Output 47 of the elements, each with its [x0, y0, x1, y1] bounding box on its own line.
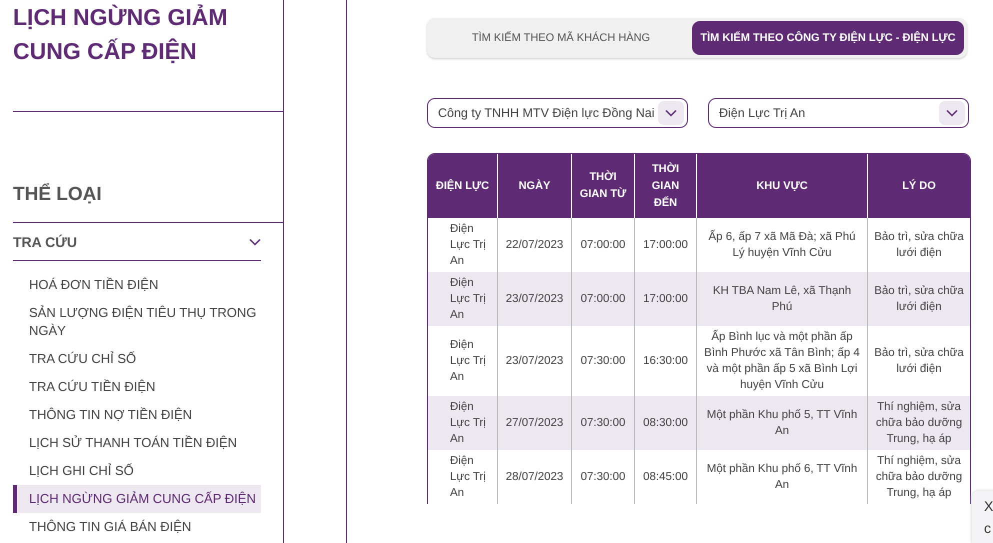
category-toggle[interactable]: TRA CỨU [13, 223, 261, 261]
table-cell: Thí nghiệm, sửa chữa bảo dưỡng Trung, hạ áp [867, 396, 970, 450]
column-header: KHU VỰC [696, 154, 867, 218]
search-tab[interactable]: TÌM KIẾM THEO CÔNG TY ĐIỆN LỰC - ĐIỆN LỰC [692, 21, 964, 55]
table-cell: Điện Lực Trị An [428, 272, 497, 326]
chevron-icon [249, 238, 261, 246]
sidebar-item[interactable]: TRA CỨU CHỈ SỐ [13, 345, 261, 373]
sidebar-item[interactable]: HOÁ ĐƠN TIỀN ĐIỆN [13, 271, 261, 299]
sidebar-item[interactable]: LỊCH NGỪNG GIẢM CUNG CẤP ĐIỆN [13, 485, 261, 513]
table-cell-text: Điện Lực Trị An [449, 338, 487, 385]
table-cell-text: Điện Lực Trị An [449, 222, 487, 269]
table-cell: 07:30:00 [571, 396, 634, 450]
dropdown-field[interactable]: Công ty TNHH MTV Điện lực Đồng Nai [427, 98, 688, 128]
table-cell: Bảo trì, sửa chữa lưới điện [867, 272, 970, 326]
column-header: THỜI GIAN TỪ [571, 154, 634, 218]
sidebar-item[interactable]: SẢN LƯỢNG ĐIỆN TIÊU THỤ TRONG NGÀY [13, 299, 261, 345]
column-header: ĐIỆN LỰC [428, 154, 497, 218]
table-cell: 28/07/2023 [497, 450, 571, 504]
table-cell: 17:00:00 [634, 272, 696, 326]
popup-text: c [984, 519, 992, 538]
table-cell: 23/07/2023 [497, 272, 571, 326]
popup-text: X [984, 497, 993, 516]
sidebar-item[interactable]: TRA CỨU TIỀN ĐIỆN [13, 373, 261, 401]
table-cell: 08:45:00 [634, 450, 696, 504]
section-title: THỂ LOẠI [13, 112, 283, 223]
sidebar-item[interactable]: THÔNG TIN GIÁ BÁN ĐIỆN [13, 513, 261, 541]
table-cell: 27/07/2023 [497, 396, 571, 450]
sidebar-item[interactable]: THÔNG TIN NỢ TIỀN ĐIỆN [13, 401, 261, 429]
table-cell: 07:30:00 [571, 450, 634, 504]
table-cell: 07:00:00 [571, 272, 634, 326]
column-header: NGÀY [497, 154, 571, 218]
table-cell: Một phần Khu phố 5, TT Vĩnh An [696, 396, 867, 450]
sidebar-item[interactable]: LỊCH GHI CHỈ SỐ [13, 457, 261, 485]
chevron-down-icon [946, 109, 958, 117]
table-cell: Một phần Khu phố 6, TT Vĩnh An [696, 450, 867, 504]
table-cell: Thí nghiệm, sửa chữa bảo dưỡng Trung, hạ áp [867, 450, 970, 504]
table-cell: Điện Lực Trị An [428, 396, 497, 450]
table-cell: 08:30:00 [634, 396, 696, 450]
sidebar-item[interactable]: LỊCH SỬ THANH TOÁN TIỀN ĐIỆN [13, 429, 261, 457]
table-cell: KH TBA Nam Lê, xã Thạnh Phú [696, 272, 867, 326]
column-header: LÝ DO [867, 154, 970, 218]
column-header: THỜI GIAN ĐẾN [634, 154, 696, 218]
search-tab[interactable]: TÌM KIẾM THEO MÃ KHÁCH HÀNG [430, 21, 692, 55]
chevron-down-icon [665, 109, 677, 117]
table-cell-text: Điện Lực Trị An [449, 454, 487, 501]
page-title: LỊCH NGỪNG GIẢM CUNG CẤP ĐIỆN [13, 0, 284, 112]
dropdown-field[interactable]: Điện Lực Trị An [708, 98, 969, 128]
